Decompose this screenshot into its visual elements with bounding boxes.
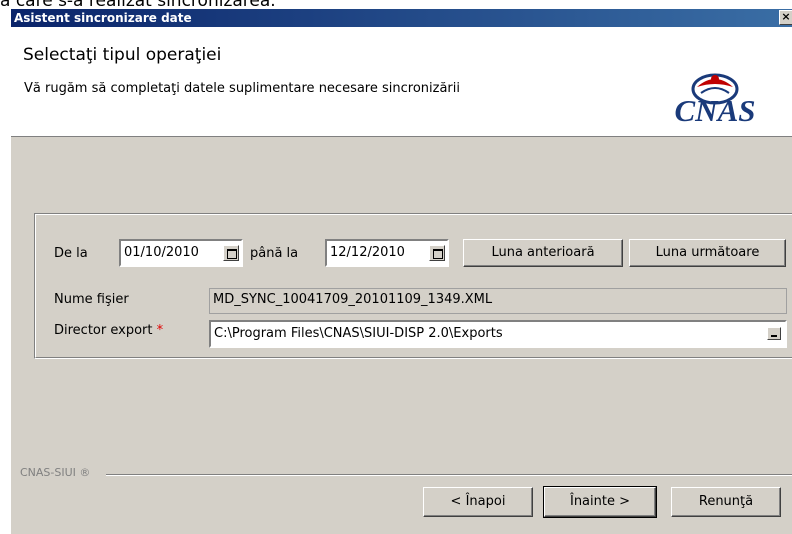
sync-wizard-dialog: Asistent sincronizare date × Selectaţi t…	[10, 9, 792, 534]
logo-text: CNAS	[674, 93, 756, 128]
back-button[interactable]: < Înapoi	[423, 487, 533, 517]
export-dir-field[interactable]: C:\Program Files\CNAS\SIUI-DISP 2.0\Expo…	[209, 320, 787, 348]
next-button-label: Înainte	[569, 494, 615, 509]
next-month-button[interactable]: Luna următoare	[629, 239, 786, 267]
filename-field: MD_SYNC_10041709_20101109_1349.XML	[209, 288, 787, 314]
cancel-button[interactable]: Renunţă	[671, 487, 781, 517]
back-button-label: Înapoi	[465, 494, 506, 509]
to-date-value: 12/12/2010	[330, 245, 405, 260]
title-bar: Asistent sincronizare date ×	[11, 9, 792, 27]
export-dir-label-text: Director export	[54, 323, 153, 338]
export-dir-value: C:\Program Files\CNAS\SIUI-DISP 2.0\Expo…	[214, 326, 503, 341]
wizard-header: Selectaţi tipul operaţiei Vă rugăm să co…	[11, 27, 792, 137]
required-mark: *	[156, 323, 164, 338]
export-dir-label: Director export *	[54, 323, 163, 338]
from-date-field[interactable]: 01/10/2010	[119, 239, 243, 267]
page-title: Selectaţi tipul operaţiei	[23, 45, 222, 65]
brand-footer: CNAS-SIUI ®	[20, 466, 91, 479]
close-icon: ×	[781, 10, 791, 23]
window-title: Asistent sincronizare date	[14, 11, 192, 25]
filename-label: Nume fişier	[54, 292, 129, 307]
next-button[interactable]: Înainte >	[543, 486, 657, 518]
close-button[interactable]: ×	[779, 10, 792, 25]
browse-folder-button[interactable]	[767, 327, 781, 340]
background-caption: a care s-a realizat sincronizarea.	[0, 0, 792, 9]
back-arrow-icon: <	[450, 494, 466, 509]
from-date-label: De la	[54, 246, 88, 261]
footer-divider	[106, 474, 792, 476]
to-date-label: până la	[250, 246, 299, 261]
from-date-value: 01/10/2010	[124, 245, 199, 260]
to-date-field[interactable]: 12/12/2010	[325, 239, 449, 267]
to-calendar-icon[interactable]	[429, 245, 445, 261]
previous-month-button[interactable]: Luna anterioară	[463, 239, 623, 267]
from-calendar-icon[interactable]	[223, 245, 239, 261]
options-group: De la 01/10/2010 până la 12/12/2010 Luna…	[34, 213, 792, 359]
next-arrow-icon: >	[614, 494, 631, 509]
page-subtitle: Vă rugăm să completaţi datele suplimenta…	[24, 81, 460, 96]
cnas-logo: CNAS	[657, 67, 773, 127]
